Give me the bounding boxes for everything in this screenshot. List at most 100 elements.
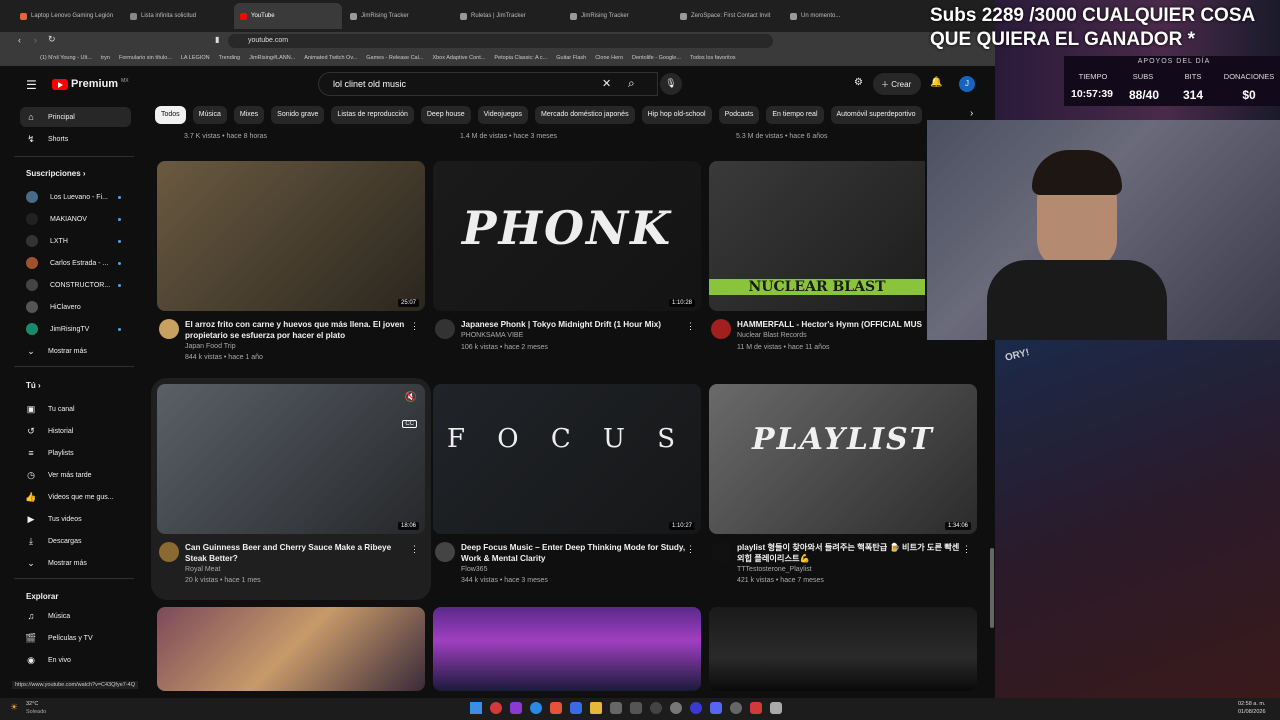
- filter-chip[interactable]: Automóvil superdeportivo: [830, 106, 922, 124]
- more-options-icon[interactable]: ⋮: [686, 544, 695, 555]
- more-options-icon[interactable]: ⋮: [410, 321, 419, 332]
- sidebar-item[interactable]: ▶ Tus videos: [20, 509, 131, 529]
- bookmark-item[interactable]: Dentolife - Google...: [632, 55, 681, 61]
- sidebar-subscription[interactable]: MAKIANOV: [20, 209, 131, 229]
- cast-icon[interactable]: ⚙: [854, 77, 863, 88]
- create-button[interactable]: ＋ Crear: [873, 73, 921, 95]
- sidebar-item[interactable]: 🎬 Películas y TV: [20, 628, 131, 648]
- you-heading[interactable]: Tú ›: [26, 381, 41, 390]
- video-thumbnail[interactable]: [157, 607, 425, 691]
- search-icon[interactable]: ⌕: [628, 76, 635, 91]
- browser-tab[interactable]: Lista infinita solicitud: [124, 3, 232, 29]
- subscriptions-heading[interactable]: Suscripciones ›: [26, 169, 86, 178]
- voice-search-icon[interactable]: 🎙: [660, 73, 682, 95]
- reload-icon[interactable]: ↻: [48, 34, 56, 45]
- video-card[interactable]: 25:07 El arroz frito con carne y huevos q…: [157, 161, 425, 371]
- sidebar-item[interactable]: ↺ Historial: [20, 421, 131, 441]
- channel-name[interactable]: Royal Meat: [185, 566, 220, 573]
- browser-tab[interactable]: JimRising Tracker: [564, 3, 672, 29]
- bookmark-item[interactable]: Guitar Flash: [556, 55, 586, 61]
- sidebar-item-shorts[interactable]: ↯ Shorts: [20, 129, 131, 149]
- app-icon[interactable]: [750, 702, 762, 714]
- browser-tab[interactable]: JimRising Tracker: [344, 3, 452, 29]
- video-title[interactable]: HAMMERFALL - Hector's Hymn (OFFICIAL MUS: [737, 319, 925, 330]
- channel-avatar[interactable]: [435, 542, 455, 562]
- sidebar-subscription[interactable]: Carlos Estrada - ...: [20, 253, 131, 273]
- app-icon[interactable]: [730, 702, 742, 714]
- bookmark-item[interactable]: Trending: [219, 55, 241, 61]
- channel-avatar[interactable]: [711, 319, 731, 339]
- more-options-icon[interactable]: ⋮: [962, 544, 971, 555]
- video-title[interactable]: Japanese Phonk | Tokyo Midnight Drift (1…: [461, 319, 691, 330]
- youtube-logo[interactable]: Premium MX: [52, 78, 129, 90]
- captions-icon[interactable]: CC: [402, 420, 417, 428]
- video-thumbnail[interactable]: 25:07: [157, 161, 425, 311]
- channel-name[interactable]: TTTestosterone_Playlist: [737, 566, 812, 573]
- app-icon[interactable]: [570, 702, 582, 714]
- mute-icon[interactable]: 🔇: [405, 392, 417, 403]
- filter-chip[interactable]: Música: [192, 106, 227, 124]
- app-icon[interactable]: [690, 702, 702, 714]
- filter-chip[interactable]: Mixes: [233, 106, 265, 124]
- sidebar-subscription[interactable]: JimRisingTV: [20, 319, 131, 339]
- bookmark-item[interactable]: Todos los favoritos: [690, 55, 736, 61]
- menu-icon[interactable]: ☰: [26, 78, 37, 92]
- channel-avatar[interactable]: [159, 542, 179, 562]
- sidebar-item[interactable]: 👍 Videos que me gus...: [20, 487, 131, 507]
- filter-chip[interactable]: Todos: [155, 106, 186, 124]
- filter-chip[interactable]: Sonido grave: [271, 106, 325, 124]
- filter-chip[interactable]: Podcasts: [718, 106, 760, 124]
- video-title[interactable]: playlist 형들이 찾아와서 들려주는 핵폭탄급 🍺 비트가 도른 빡센 …: [737, 542, 967, 564]
- video-thumbnail[interactable]: F O C U S 1:10:27: [433, 384, 701, 534]
- sidebar-item[interactable]: ◉ En vivo: [20, 650, 131, 670]
- video-thumbnail[interactable]: [709, 607, 977, 691]
- sidebar-item[interactable]: ≡ Playlists: [20, 443, 131, 463]
- channel-avatar[interactable]: [435, 319, 455, 339]
- video-thumbnail[interactable]: PHONK 1:10:28: [433, 161, 701, 311]
- notifications-icon[interactable]: 🔔: [930, 77, 942, 88]
- clear-search-icon[interactable]: ✕: [602, 77, 611, 90]
- sidebar-item[interactable]: ▣ Tu canal: [20, 399, 131, 419]
- filter-chip[interactable]: Hip hop old-school: [641, 106, 712, 124]
- bookmark-item[interactable]: Games - Release Cal...: [366, 55, 423, 61]
- bookmark-item[interactable]: Animated Twitch Ov...: [304, 55, 357, 61]
- bookmark-item[interactable]: (1) N'nil Young - Ult...: [40, 55, 92, 61]
- app-icon[interactable]: [770, 702, 782, 714]
- sidebar-show-more[interactable]: ⌄ Mostrar más: [20, 341, 131, 361]
- folder-icon[interactable]: [590, 702, 602, 714]
- video-title[interactable]: Can Guinness Beer and Cherry Sauce Make …: [185, 542, 415, 564]
- bookmark-icon[interactable]: ▮: [215, 35, 219, 44]
- filter-chip[interactable]: Mercado doméstico japonés: [535, 106, 635, 124]
- app-icon[interactable]: [510, 702, 522, 714]
- filter-chip[interactable]: Deep house: [420, 106, 471, 124]
- video-thumbnail[interactable]: NUCLEAR BLAST: [709, 161, 925, 311]
- app-icon[interactable]: [550, 702, 562, 714]
- more-options-icon[interactable]: ⋮: [410, 544, 419, 555]
- filter-chip[interactable]: Listas de reproducción: [331, 106, 414, 124]
- video-card[interactable]: PLAYLIST 1:34:06 playlist 형들이 찾아와서 들려주는 핵폭…: [709, 384, 977, 594]
- channel-avatar[interactable]: [159, 319, 179, 339]
- more-options-icon[interactable]: ⋮: [686, 321, 695, 332]
- app-icon[interactable]: [670, 702, 682, 714]
- sidebar-item[interactable]: ♫ Música: [20, 606, 131, 626]
- bookmark-item[interactable]: Formulario sin título...: [119, 55, 172, 61]
- app-icon[interactable]: [490, 702, 502, 714]
- filter-chip[interactable]: En tiempo real: [766, 106, 824, 124]
- browser-tab[interactable]: YouTube: [234, 3, 342, 29]
- sidebar-item[interactable]: ⤓ Descargas: [20, 531, 131, 551]
- url-field[interactable]: youtube.com: [228, 34, 773, 48]
- video-card[interactable]: PHONK 1:10:28 Japanese Phonk | Tokyo Midni…: [433, 161, 701, 371]
- bookmark-item[interactable]: LA LEGION: [181, 55, 210, 61]
- forward-icon[interactable]: ›: [34, 35, 37, 45]
- filter-chip[interactable]: Videojuegos: [477, 106, 529, 124]
- browser-tab[interactable]: Un momento...: [784, 3, 892, 29]
- channel-name[interactable]: Nuclear Blast Records: [737, 332, 807, 339]
- bookmark-item[interactable]: JimRising#LANN...: [249, 55, 295, 61]
- video-thumbnail[interactable]: PLAYLIST 1:34:06: [709, 384, 977, 534]
- sidebar-item[interactable]: ⌄ Mostrar más: [20, 553, 131, 573]
- windows-start-icon[interactable]: [470, 702, 482, 714]
- page-scrollbar[interactable]: [990, 548, 994, 628]
- video-card[interactable]: 🔇 CC 18:06 Can Guinness Beer and Cherry Sau…: [157, 384, 425, 594]
- channel-name[interactable]: Japan Food Trip: [185, 343, 236, 350]
- account-avatar[interactable]: J: [959, 76, 975, 92]
